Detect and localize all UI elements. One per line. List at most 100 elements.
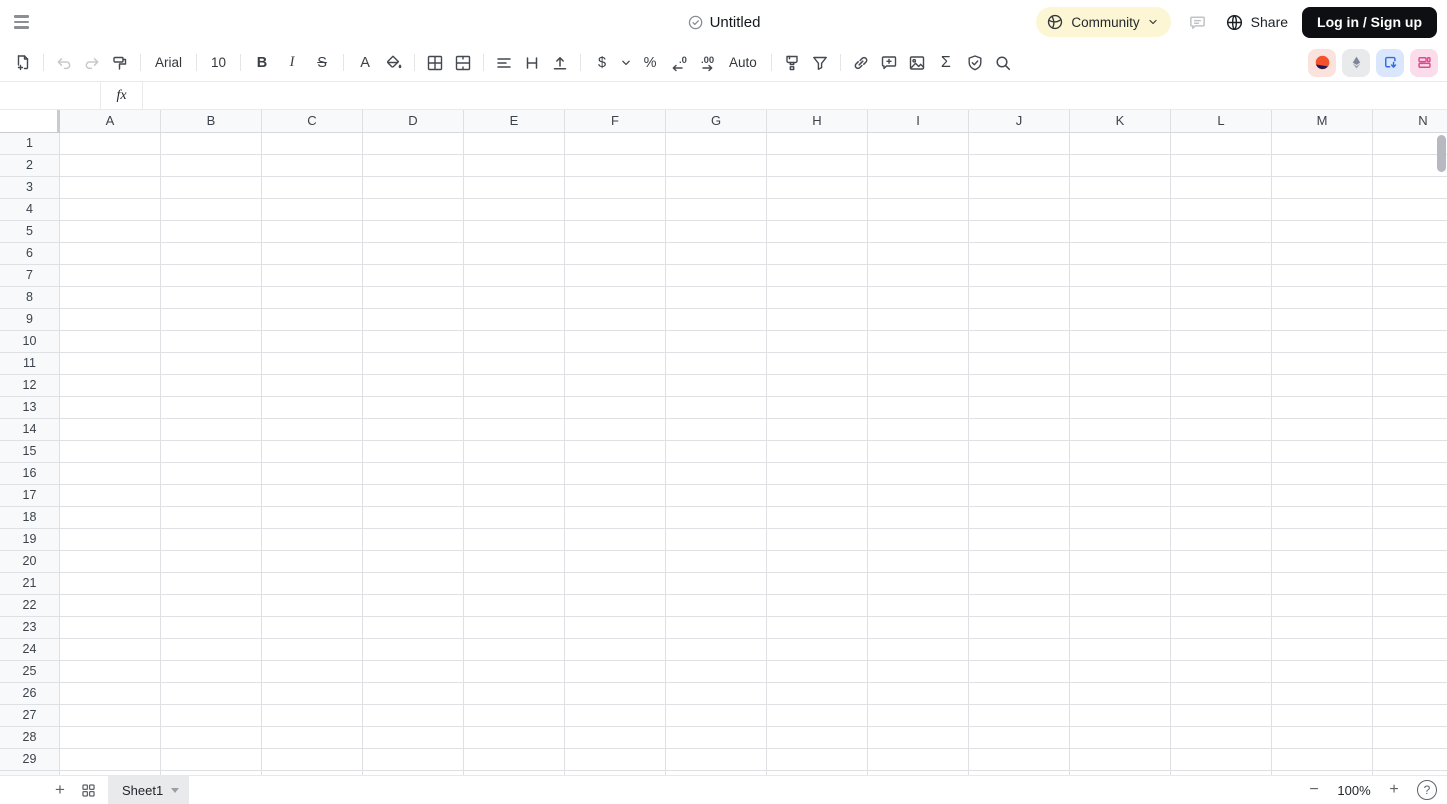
row-header[interactable]: 28 — [0, 727, 59, 749]
row-header[interactable]: 24 — [0, 639, 59, 661]
share-button[interactable]: Share — [1225, 13, 1288, 32]
redo-icon[interactable] — [78, 50, 106, 76]
row-header[interactable]: 27 — [0, 705, 59, 727]
community-globe-icon — [1046, 13, 1064, 31]
column-header[interactable]: B — [161, 110, 262, 132]
cells-area[interactable] — [60, 133, 1447, 775]
menu-hamburger-icon[interactable] — [14, 8, 42, 36]
zoom-level[interactable]: 100% — [1335, 783, 1373, 798]
column-header[interactable]: N — [1373, 110, 1447, 132]
column-header[interactable]: M — [1272, 110, 1373, 132]
column-header-row: ABCDEFGHIJKLMN — [0, 110, 1447, 133]
column-header[interactable]: I — [868, 110, 969, 132]
zoom-out-button[interactable]: − — [1303, 779, 1325, 801]
sun-logo-plugin-button[interactable] — [1308, 48, 1336, 77]
formula-input[interactable] — [143, 82, 1447, 109]
merge-cells-icon[interactable] — [449, 50, 477, 76]
row-header[interactable]: 14 — [0, 419, 59, 441]
row-header[interactable]: 29 — [0, 749, 59, 771]
conditional-format-brush-icon[interactable] — [778, 50, 806, 76]
row-header[interactable]: 17 — [0, 485, 59, 507]
font-size-select[interactable]: 10 — [203, 50, 234, 76]
filter-icon[interactable] — [806, 50, 834, 76]
row-header[interactable]: 19 — [0, 529, 59, 551]
currency-format-button[interactable]: $ — [587, 50, 617, 76]
percent-format-button[interactable]: % — [635, 50, 665, 76]
all-sheets-list-icon[interactable] — [74, 776, 102, 804]
sum-function-icon[interactable]: Σ — [931, 50, 961, 76]
row-header[interactable]: 2 — [0, 155, 59, 177]
select-all-corner[interactable] — [0, 110, 60, 133]
insert-image-icon[interactable] — [903, 50, 931, 76]
community-button[interactable]: Community — [1036, 7, 1171, 37]
login-signup-button[interactable]: Log in / Sign up — [1302, 6, 1437, 38]
row-header[interactable]: 3 — [0, 177, 59, 199]
row-header[interactable]: 22 — [0, 595, 59, 617]
column-header[interactable]: D — [363, 110, 464, 132]
row-header[interactable]: 5 — [0, 221, 59, 243]
bold-button[interactable]: B — [247, 50, 277, 76]
row-header[interactable]: 18 — [0, 507, 59, 529]
row-header[interactable]: 13 — [0, 397, 59, 419]
font-family-select[interactable]: Arial — [147, 50, 190, 76]
sheet-tab[interactable]: Sheet1 — [108, 776, 190, 804]
import-plugin-button[interactable] — [1376, 48, 1404, 77]
row-header[interactable]: 15 — [0, 441, 59, 463]
row-header[interactable]: 12 — [0, 375, 59, 397]
column-header[interactable]: F — [565, 110, 666, 132]
horizontal-align-icon[interactable] — [490, 50, 518, 76]
text-overflow-icon[interactable] — [546, 50, 574, 76]
format-painter-icon[interactable] — [106, 50, 134, 76]
borders-icon[interactable] — [421, 50, 449, 76]
data-validation-shield-icon[interactable] — [961, 50, 989, 76]
fill-color-icon[interactable] — [380, 50, 408, 76]
zoom-in-button[interactable]: + — [1383, 779, 1405, 801]
column-header[interactable]: E — [464, 110, 565, 132]
export-file-icon[interactable] — [9, 50, 37, 76]
column-header[interactable]: G — [666, 110, 767, 132]
add-comment-icon[interactable] — [875, 50, 903, 76]
column-header[interactable]: J — [969, 110, 1070, 132]
row-header[interactable]: 7 — [0, 265, 59, 287]
row-header[interactable]: 4 — [0, 199, 59, 221]
row-header[interactable]: 10 — [0, 331, 59, 353]
column-header[interactable]: C — [262, 110, 363, 132]
decrease-decimal-icon[interactable]: .0 — [665, 50, 693, 76]
row-header[interactable]: 6 — [0, 243, 59, 265]
blocks-plugin-button[interactable] — [1410, 48, 1438, 77]
help-button[interactable]: ? — [1417, 780, 1437, 800]
document-title[interactable]: Untitled — [710, 14, 761, 31]
column-header[interactable]: H — [767, 110, 868, 132]
ethereum-plugin-button[interactable] — [1342, 48, 1370, 77]
vertical-scrollbar-thumb[interactable] — [1437, 135, 1446, 172]
feedback-comment-icon[interactable] — [1185, 9, 1211, 35]
row-header[interactable]: 1 — [0, 133, 59, 155]
row-header[interactable]: 9 — [0, 309, 59, 331]
italic-button[interactable]: I — [277, 50, 307, 76]
link-icon[interactable] — [847, 50, 875, 76]
cell-name-box[interactable] — [0, 82, 100, 109]
row-header[interactable]: 11 — [0, 353, 59, 375]
add-sheet-button[interactable]: + — [46, 776, 74, 804]
sheet-tab-chevron-icon[interactable] — [171, 787, 180, 793]
search-icon[interactable] — [989, 50, 1017, 76]
strikethrough-button[interactable]: S — [307, 50, 337, 76]
undo-icon[interactable] — [50, 50, 78, 76]
row-header[interactable]: 23 — [0, 617, 59, 639]
sheet-bar-left: + Sheet1 — [0, 776, 190, 804]
auto-number-format-button[interactable]: Auto — [721, 50, 765, 76]
row-header[interactable]: 8 — [0, 287, 59, 309]
column-header[interactable]: A — [60, 110, 161, 132]
vertical-align-icon[interactable] — [518, 50, 546, 76]
row-header[interactable]: 20 — [0, 551, 59, 573]
row-header[interactable]: 25 — [0, 661, 59, 683]
row-header[interactable]: 21 — [0, 573, 59, 595]
row-header[interactable]: 26 — [0, 683, 59, 705]
increase-decimal-icon[interactable]: .00 — [693, 50, 721, 76]
column-header[interactable]: K — [1070, 110, 1171, 132]
text-color-button[interactable]: A — [350, 50, 380, 76]
import-icon — [1384, 56, 1396, 68]
column-header[interactable]: L — [1171, 110, 1272, 132]
more-formats-chevron-icon[interactable] — [617, 50, 635, 76]
row-header[interactable]: 16 — [0, 463, 59, 485]
